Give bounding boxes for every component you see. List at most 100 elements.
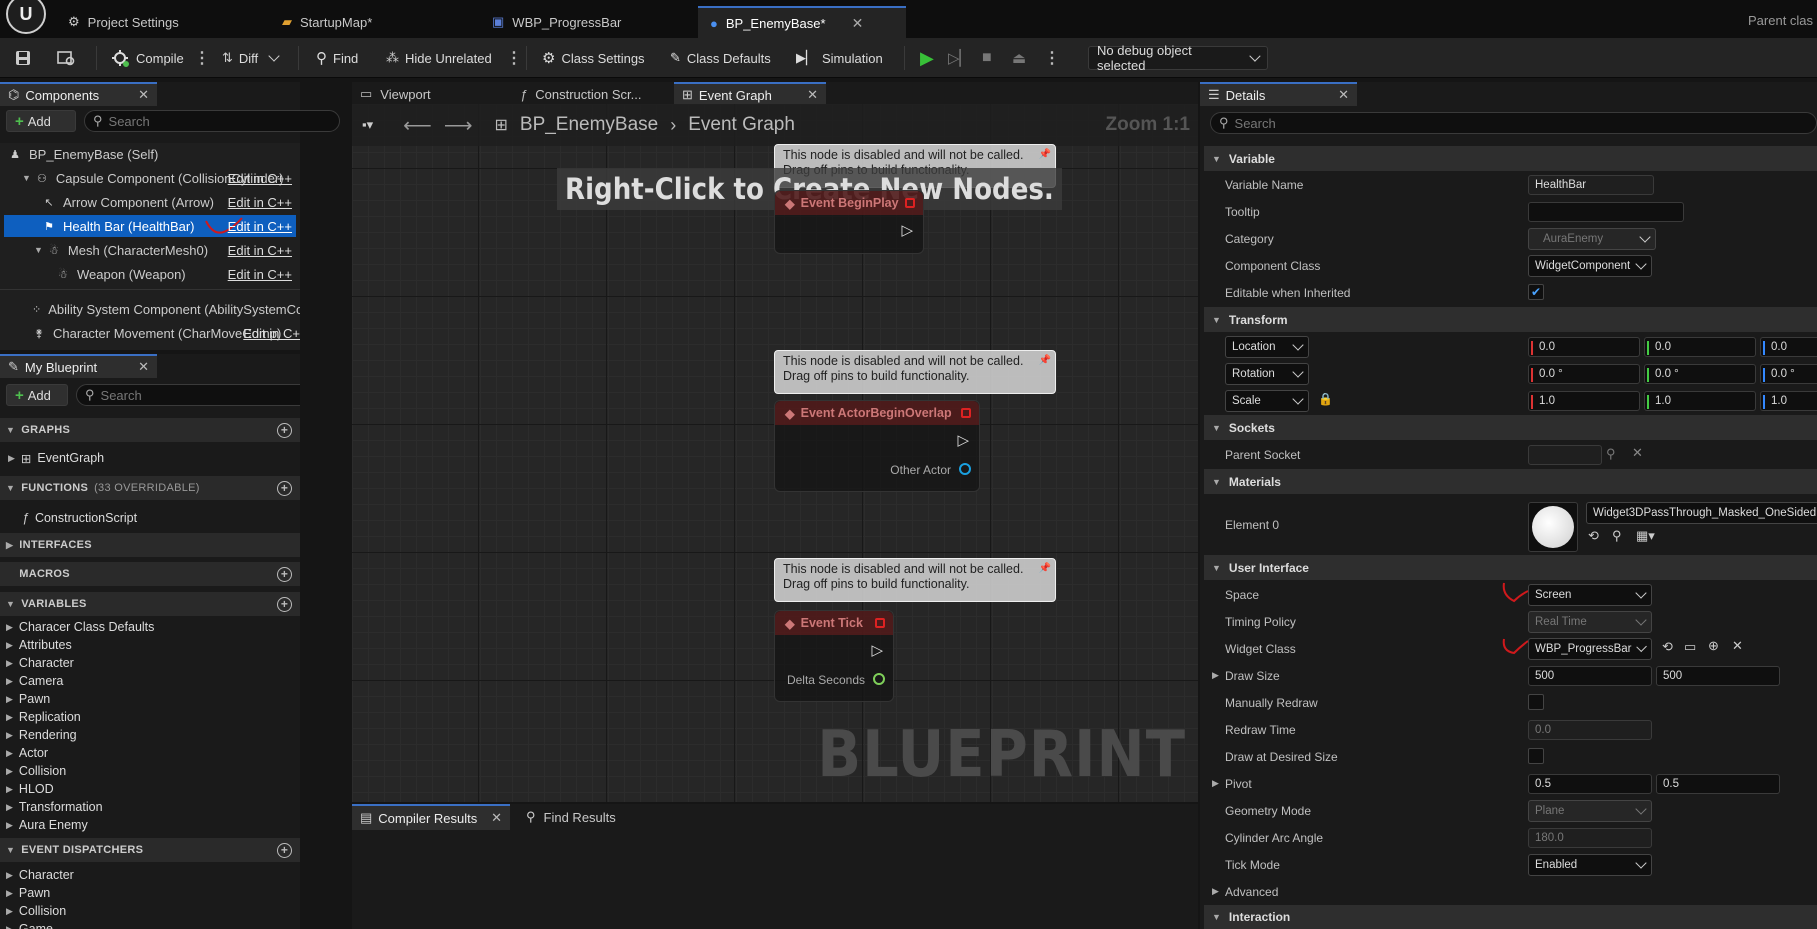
more-options-button[interactable]: ⋮ bbox=[500, 44, 528, 72]
category-actor[interactable]: ▶ Actor bbox=[6, 744, 48, 762]
node-event-actorbeginoverlap[interactable]: ◆ Event ActorBeginOverlap ▷ Other Actor bbox=[774, 400, 980, 492]
category-rendering[interactable]: ▶ Rendering bbox=[6, 726, 77, 744]
edit-cpp-link[interactable]: Edit in C+ bbox=[243, 326, 300, 341]
browse-button[interactable] bbox=[50, 44, 82, 72]
components-add-button[interactable]: + Add bbox=[6, 110, 76, 132]
category-collision[interactable]: ▶ Collision bbox=[6, 762, 66, 780]
tab-wbp-progressbar[interactable]: ▣ WBP_ProgressBar bbox=[480, 6, 633, 38]
section-macros[interactable]: ▶ MACROS + bbox=[0, 562, 300, 586]
category-game[interactable]: ▶ Game bbox=[6, 920, 53, 929]
section-event-dispatchers[interactable]: ▼ EVENT DISPATCHERS + bbox=[0, 838, 300, 862]
find-button[interactable]: ⚲ Find bbox=[310, 44, 364, 72]
component-ability-system[interactable]: ⁘ Ability System Component (AbilitySyste… bbox=[4, 298, 300, 320]
compile-button[interactable]: Compile bbox=[104, 44, 190, 72]
tab-compiler-results[interactable]: ▤ Compiler Results ✕ bbox=[352, 804, 510, 830]
close-tab-icon[interactable]: ✕ bbox=[807, 87, 818, 103]
float-pin-icon[interactable] bbox=[873, 673, 885, 685]
collapse-arrow-icon[interactable]: ▼ bbox=[34, 245, 43, 255]
my-blueprint-tab[interactable]: ✎ My Blueprint ✕ bbox=[0, 354, 157, 378]
section-functions[interactable]: ▼ FUNCTIONS (33 OVERRIDABLE) + bbox=[0, 476, 300, 500]
delegate-pin-icon[interactable] bbox=[961, 408, 971, 418]
edit-cpp-link[interactable]: Edit in C++ bbox=[228, 267, 292, 282]
close-tab-icon[interactable]: ✕ bbox=[852, 15, 864, 32]
eject-button[interactable]: ⏏ bbox=[1006, 44, 1032, 72]
section-interfaces[interactable]: ▶ INTERFACES bbox=[0, 533, 300, 557]
close-panel-icon[interactable]: ✕ bbox=[138, 87, 149, 103]
close-tab-icon[interactable]: ✕ bbox=[491, 810, 502, 826]
category-collision[interactable]: ▶ Collision bbox=[6, 902, 66, 920]
tab-find-results[interactable]: ⚲ Find Results bbox=[518, 804, 624, 830]
tab-bp-enemybase[interactable]: ● BP_EnemyBase* ✕ bbox=[698, 6, 906, 38]
edit-cpp-link[interactable]: Edit in C++ bbox=[228, 243, 292, 258]
class-settings-button[interactable]: ⚙ Class Settings bbox=[536, 44, 651, 72]
exec-out-pin-icon[interactable]: ▷ bbox=[901, 221, 913, 239]
resume-button[interactable]: ▷▏ bbox=[942, 44, 977, 72]
class-defaults-button[interactable]: ✎ Class Defaults bbox=[664, 44, 777, 72]
category-transformation[interactable]: ▶ Transformation bbox=[6, 798, 103, 816]
object-pin-icon[interactable] bbox=[959, 463, 971, 475]
edit-cpp-link[interactable]: Edit in C++ bbox=[228, 171, 292, 186]
add-variable-icon[interactable]: + bbox=[277, 596, 292, 612]
exec-out-pin-icon[interactable]: ▷ bbox=[871, 641, 883, 659]
category-aura-enemy[interactable]: ▶ Aura Enemy bbox=[6, 816, 88, 834]
delegate-pin-icon[interactable] bbox=[905, 198, 915, 208]
tab-startup-map[interactable]: ▰ StartupMap* bbox=[270, 6, 384, 38]
edit-cpp-link[interactable]: Edit in C++ bbox=[228, 219, 292, 234]
tab-construction-script[interactable]: ƒ Construction Scr... bbox=[512, 82, 672, 106]
category-replication[interactable]: ▶ Replication bbox=[6, 708, 81, 726]
delegate-pin-icon[interactable] bbox=[875, 618, 885, 628]
add-macro-icon[interactable]: + bbox=[277, 566, 292, 582]
category-attributes[interactable]: ▶ Attributes bbox=[6, 636, 72, 654]
component-arrow[interactable]: ↖ Arrow Component (Arrow) Edit in C++ bbox=[4, 191, 296, 213]
event-graph-item[interactable]: ▶ ⊞ EventGraph bbox=[8, 449, 104, 467]
save-button[interactable] bbox=[8, 44, 38, 72]
component-capsule[interactable]: ▼ ⚇ Capsule Component (CollisionCylinder… bbox=[4, 167, 296, 189]
back-arrow-icon[interactable]: ⟵ bbox=[403, 113, 432, 138]
breadcrumb-root[interactable]: BP_EnemyBase bbox=[520, 114, 658, 136]
hide-unrelated-button[interactable]: ⁂ Hide Unrelated bbox=[380, 44, 498, 72]
category-camera[interactable]: ▶ Camera bbox=[6, 672, 63, 690]
my-blueprint-search-input[interactable]: ⚲ Search bbox=[76, 384, 300, 406]
diff-button[interactable]: ⇅ Diff bbox=[216, 44, 284, 72]
stop-button[interactable]: ■ bbox=[976, 44, 998, 72]
simulation-button[interactable]: ▶▏ Simulation bbox=[790, 44, 889, 72]
details-tab[interactable]: ☰ Details ✕ bbox=[1200, 82, 1357, 106]
construction-script-item[interactable]: ƒ ConstructionScript bbox=[22, 509, 137, 527]
add-dispatcher-icon[interactable]: + bbox=[277, 842, 292, 858]
category-character[interactable]: ▶ Character bbox=[6, 654, 74, 672]
play-button[interactable]: ▶ bbox=[914, 44, 940, 72]
add-function-icon[interactable]: + bbox=[277, 480, 292, 496]
pin-icon[interactable]: 📌 bbox=[1039, 353, 1051, 368]
tab-event-graph[interactable]: ⊞ Event Graph ✕ bbox=[674, 82, 826, 106]
tab-viewport[interactable]: ▭ Viewport bbox=[352, 82, 512, 106]
event-graph-canvas[interactable]: ▪▾ ⟵ ⟶ ⊞ BP_EnemyBase › Event Graph Zoom… bbox=[352, 104, 1198, 802]
component-healthbar[interactable]: ⚑ Health Bar (HealthBar) Edit in C++ bbox=[4, 215, 296, 237]
edit-cpp-link[interactable]: Edit in C++ bbox=[228, 195, 292, 210]
component-character-movement[interactable]: ⚵ Character Movement (CharMoveComp) Edit… bbox=[4, 322, 300, 344]
tab-project-settings[interactable]: ⚙ Project Settings bbox=[56, 6, 191, 38]
section-graphs[interactable]: ▼ GRAPHS + bbox=[0, 418, 300, 442]
unreal-logo-icon[interactable]: U bbox=[6, 0, 46, 34]
components-search-input[interactable]: ⚲ Search bbox=[84, 110, 340, 132]
disabled-comment[interactable]: This node is disabled and will not be ca… bbox=[774, 558, 1056, 602]
section-variables[interactable]: ▼ VARIABLES + bbox=[0, 592, 300, 616]
component-self[interactable]: ♟ BP_EnemyBase (Self) bbox=[4, 143, 296, 165]
component-weapon[interactable]: ☃ Weapon (Weapon) Edit in C++ bbox=[4, 263, 296, 285]
disabled-comment[interactable]: This node is disabled and will not be ca… bbox=[774, 350, 1056, 394]
category-hlod[interactable]: ▶ HLOD bbox=[6, 780, 54, 798]
debug-object-select[interactable]: No debug object selected bbox=[1088, 43, 1268, 73]
collapse-arrow-icon[interactable]: ▼ bbox=[22, 173, 31, 183]
exec-out-pin-icon[interactable]: ▷ bbox=[957, 431, 969, 449]
my-blueprint-add-button[interactable]: + Add bbox=[6, 384, 68, 406]
close-panel-icon[interactable]: ✕ bbox=[1338, 87, 1349, 103]
category-pawn[interactable]: ▶ Pawn bbox=[6, 690, 50, 708]
category-pawn[interactable]: ▶ Pawn bbox=[6, 884, 50, 902]
add-graph-icon[interactable]: + bbox=[277, 422, 292, 438]
pin-icon[interactable]: 📌 bbox=[1039, 147, 1051, 162]
close-panel-icon[interactable]: ✕ bbox=[138, 359, 149, 375]
compile-options-button[interactable]: ⋮ bbox=[188, 44, 216, 72]
pin-icon[interactable]: 📌 bbox=[1039, 561, 1051, 576]
node-event-beginplay[interactable]: ◆ Event BeginPlay ▷ bbox=[774, 190, 924, 254]
play-options-button[interactable]: ⋮ bbox=[1038, 44, 1066, 72]
details-search-input[interactable]: ⚲ Search bbox=[1210, 112, 1817, 134]
